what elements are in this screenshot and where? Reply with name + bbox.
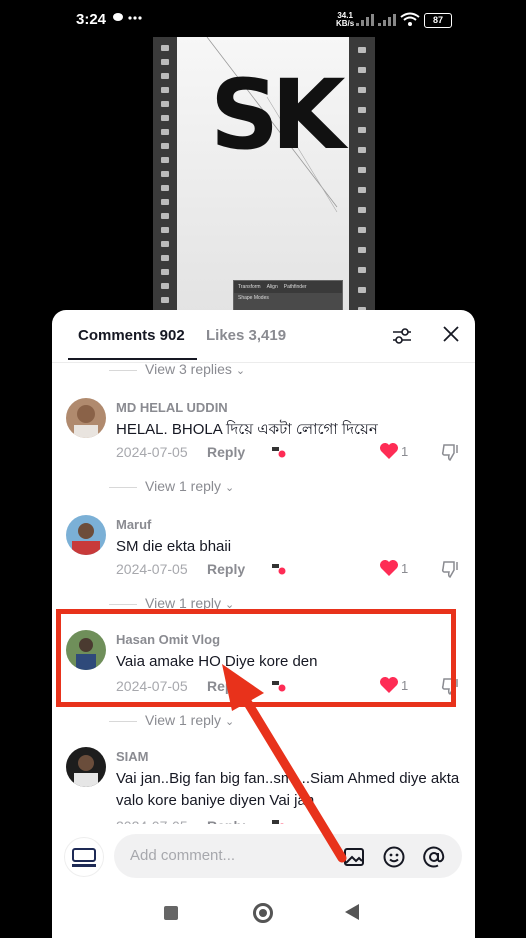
comment-username[interactable]: MD HELAL UDDIN xyxy=(116,400,228,415)
image-icon[interactable] xyxy=(342,845,366,869)
chevron-down-icon: ⌄ xyxy=(225,716,235,728)
tab-likes[interactable]: Likes 3,419 xyxy=(206,327,286,344)
logo-text: SK xyxy=(210,59,346,171)
view-replies-button[interactable]: View 1 reply ⌄ xyxy=(109,478,235,494)
highlight-box xyxy=(56,609,456,707)
like-count: 1 xyxy=(401,444,409,459)
avatar[interactable] xyxy=(66,515,106,555)
channel-avatar[interactable] xyxy=(64,837,104,877)
tools-panel xyxy=(153,37,177,327)
comment-text: HELAL. BHOLA দিয়ে একটা লোগো দিয়েন xyxy=(116,421,378,438)
comment-username[interactable]: SIAM xyxy=(116,749,149,764)
emoji-icon[interactable] xyxy=(382,845,406,869)
comment-input-bar: Add comment... xyxy=(52,824,475,886)
video-preview[interactable]: SK Transform Align Pathfinder Shape Modes xyxy=(153,37,375,327)
comment-placeholder: Add comment... xyxy=(130,847,236,864)
reply-button[interactable]: Reply xyxy=(207,561,245,577)
creator-liked-icon xyxy=(272,564,286,575)
wifi-icon xyxy=(400,12,420,26)
sheet-tabs: Comments 902 Likes 3,419 xyxy=(52,310,475,363)
filter-icon[interactable] xyxy=(392,326,412,346)
status-time: 3:24 xyxy=(76,11,107,28)
back-button[interactable] xyxy=(345,904,359,920)
comment-text: Vai jan..Big fan big fan..sm ...Siam Ahm… xyxy=(116,770,460,809)
design-canvas: SK Transform Align Pathfinder Shape Modes xyxy=(177,37,349,327)
heart-icon[interactable] xyxy=(379,559,399,577)
tab-comments[interactable]: Comments 902 xyxy=(78,327,185,344)
comment-username[interactable]: Maruf xyxy=(116,517,151,532)
dislike-icon[interactable] xyxy=(441,442,461,462)
home-button[interactable] xyxy=(253,903,273,923)
close-icon[interactable] xyxy=(442,325,460,343)
reply-button[interactable]: Reply xyxy=(207,444,245,460)
comment-date: 2024-07-05 xyxy=(116,444,188,460)
properties-panel xyxy=(349,37,375,327)
view-replies-button[interactable]: View 1 reply ⌄ xyxy=(109,712,235,728)
view-replies-button[interactable]: View 3 replies ⌄ xyxy=(109,361,246,377)
chevron-down-icon: ⌄ xyxy=(225,482,235,494)
signal-icon-2 xyxy=(378,14,396,26)
recents-button[interactable] xyxy=(164,906,178,920)
signal-icon xyxy=(356,14,374,26)
comment-input[interactable]: Add comment... xyxy=(114,834,462,878)
heart-icon[interactable] xyxy=(379,442,399,460)
system-nav-bar xyxy=(52,886,475,938)
avatar[interactable] xyxy=(66,747,106,787)
chevron-down-icon: ⌄ xyxy=(235,365,246,377)
tab-underline xyxy=(68,358,197,360)
status-bar: 3:24 34.1 KB/s 87 xyxy=(0,0,526,40)
battery-icon: 87 xyxy=(424,13,452,28)
notification-icons xyxy=(112,11,152,28)
comment-date: 2024-07-05 xyxy=(116,561,188,577)
creator-liked-icon xyxy=(272,447,286,458)
dislike-icon[interactable] xyxy=(441,559,461,579)
mention-icon[interactable] xyxy=(422,845,446,869)
chat-bubble-icon xyxy=(113,13,142,21)
comment-text: SM die ekta bhaii xyxy=(116,538,232,555)
network-speed: 34.1 KB/s xyxy=(336,11,355,28)
like-count: 1 xyxy=(401,561,409,576)
avatar[interactable] xyxy=(66,398,106,438)
